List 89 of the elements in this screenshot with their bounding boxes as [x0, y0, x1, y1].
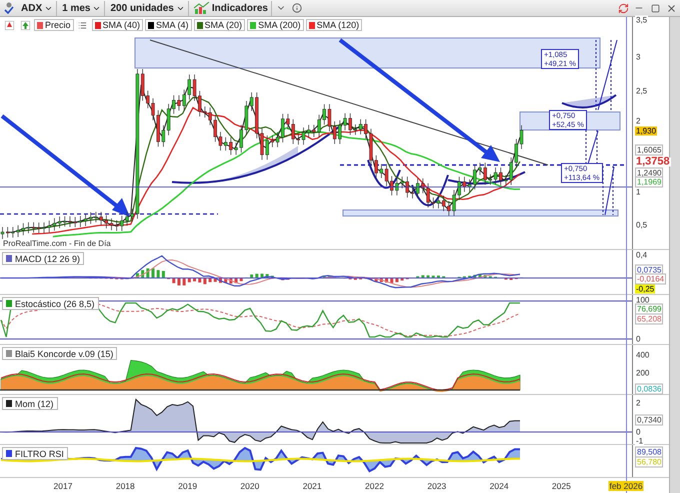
candlestick	[307, 124, 310, 138]
candlestick	[255, 92, 258, 139]
info-icon[interactable]	[290, 1, 304, 15]
year-label: 2021	[302, 481, 323, 491]
year-label: 2019	[177, 481, 198, 491]
measure-marker	[602, 166, 614, 216]
legend-item[interactable]: SMA (4)	[145, 19, 192, 31]
axis-tick-label: 200	[635, 368, 650, 378]
axis-tick-label: 3,5	[635, 16, 648, 24]
axis-value-label: -0,25	[635, 284, 656, 294]
cursor-date-label: feb 2026	[608, 481, 644, 491]
candlestick	[364, 118, 368, 140]
legend-item[interactable]: Precio	[34, 19, 74, 31]
units-dropdown[interactable]: 200 unidades	[107, 0, 189, 16]
axis-tick-label: 0	[635, 428, 642, 436]
axis-tick-label: 0	[635, 334, 642, 344]
candlestick	[260, 128, 264, 160]
refresh-icon[interactable]	[616, 1, 630, 15]
year-label: 2020	[239, 481, 260, 491]
axis-tick-label: 1	[635, 188, 642, 196]
candlestick	[458, 176, 461, 200]
candlestick	[348, 112, 352, 136]
scrollbar[interactable]	[669, 17, 680, 493]
candlestick	[48, 220, 51, 233]
candlestick	[432, 197, 435, 209]
axis-value-label: 0,7340	[635, 414, 664, 426]
candlestick	[63, 216, 66, 227]
indicator-legend[interactable]: Blai5 Koncorde v.09 (15)	[2, 347, 118, 360]
candlestick	[499, 167, 502, 186]
axis-tick-label: -1	[635, 436, 644, 446]
candlestick	[172, 94, 176, 114]
candlestick	[130, 208, 134, 222]
legend-item[interactable]: SMA (200)	[247, 19, 304, 31]
legend-item[interactable]: SMA (40)	[92, 19, 144, 31]
candlestick	[0, 226, 4, 240]
year-label: 2018	[114, 481, 136, 491]
axis-value-label: 89,508	[635, 446, 664, 458]
candlestick	[198, 90, 202, 117]
chart-check-icon[interactable]	[2, 1, 16, 15]
candlestick	[322, 104, 326, 126]
axis-tick-label: 2	[635, 398, 642, 408]
symbol-dropdown[interactable]: ADX	[18, 0, 58, 16]
candlestick	[104, 214, 108, 229]
axis-tick-label: 2,5	[635, 86, 648, 96]
axis-tick-label: 0,5	[635, 220, 648, 230]
candlestick	[6, 226, 10, 238]
period-dropdown[interactable]: 1 mes	[59, 0, 106, 16]
axis-tick-label: 400	[635, 350, 650, 360]
axis-tick-label: 3	[635, 52, 642, 62]
axis-value-label: 76,699	[635, 304, 664, 314]
candlestick	[156, 110, 160, 148]
curve-line	[367, 160, 401, 189]
candlestick	[214, 114, 217, 142]
year-label: 2017	[52, 481, 74, 491]
indicator-chart-icon	[194, 2, 210, 14]
axis-value-label: 1,930	[635, 126, 658, 136]
indicator-legend[interactable]: Estocástico (26 8,5)	[2, 297, 99, 310]
candlestick	[520, 124, 524, 150]
axis-tick-label: 0,4	[635, 250, 648, 260]
indicators-button[interactable]: Indicadores	[190, 0, 272, 16]
year-label: 2022	[364, 481, 385, 491]
legend-item[interactable]: SMA (120)	[306, 19, 362, 31]
year-label: 2023	[426, 481, 448, 491]
axis-value-label: 1,3758	[635, 158, 671, 166]
candlestick	[89, 212, 92, 224]
candlestick	[416, 178, 420, 199]
axis-value-label: 65,208	[635, 314, 664, 324]
indicator-legend[interactable]: FILTRO RSI	[2, 447, 68, 460]
axis-value-label: 0,0836	[635, 384, 664, 394]
indicator-legend[interactable]: Mom (12)	[2, 397, 58, 410]
candlestick	[266, 135, 269, 160]
axis-value-label: -0,0164	[635, 274, 666, 284]
candlestick	[281, 114, 284, 143]
candlestick	[473, 164, 476, 190]
candlestick	[22, 222, 25, 236]
year-label: 2024	[488, 481, 510, 491]
data-source-label: ProRealTime.com - Fin de Día	[3, 239, 111, 248]
candlestick	[240, 124, 243, 153]
measure-marker	[586, 130, 598, 166]
indicator-legend[interactable]: MACD (12 26 9)	[2, 252, 84, 265]
candlestick	[514, 138, 518, 168]
curve-line	[561, 94, 617, 108]
legend-item[interactable]: SMA (20)	[194, 19, 246, 31]
axis-value-label: 1,1969	[635, 176, 664, 188]
axis-value-label: 56,780	[635, 456, 664, 468]
candlestick	[390, 176, 394, 196]
axis-tick-label: 2	[635, 116, 642, 126]
axis-value-label: 1,6065	[635, 144, 664, 156]
year-label: 2025	[550, 481, 572, 491]
